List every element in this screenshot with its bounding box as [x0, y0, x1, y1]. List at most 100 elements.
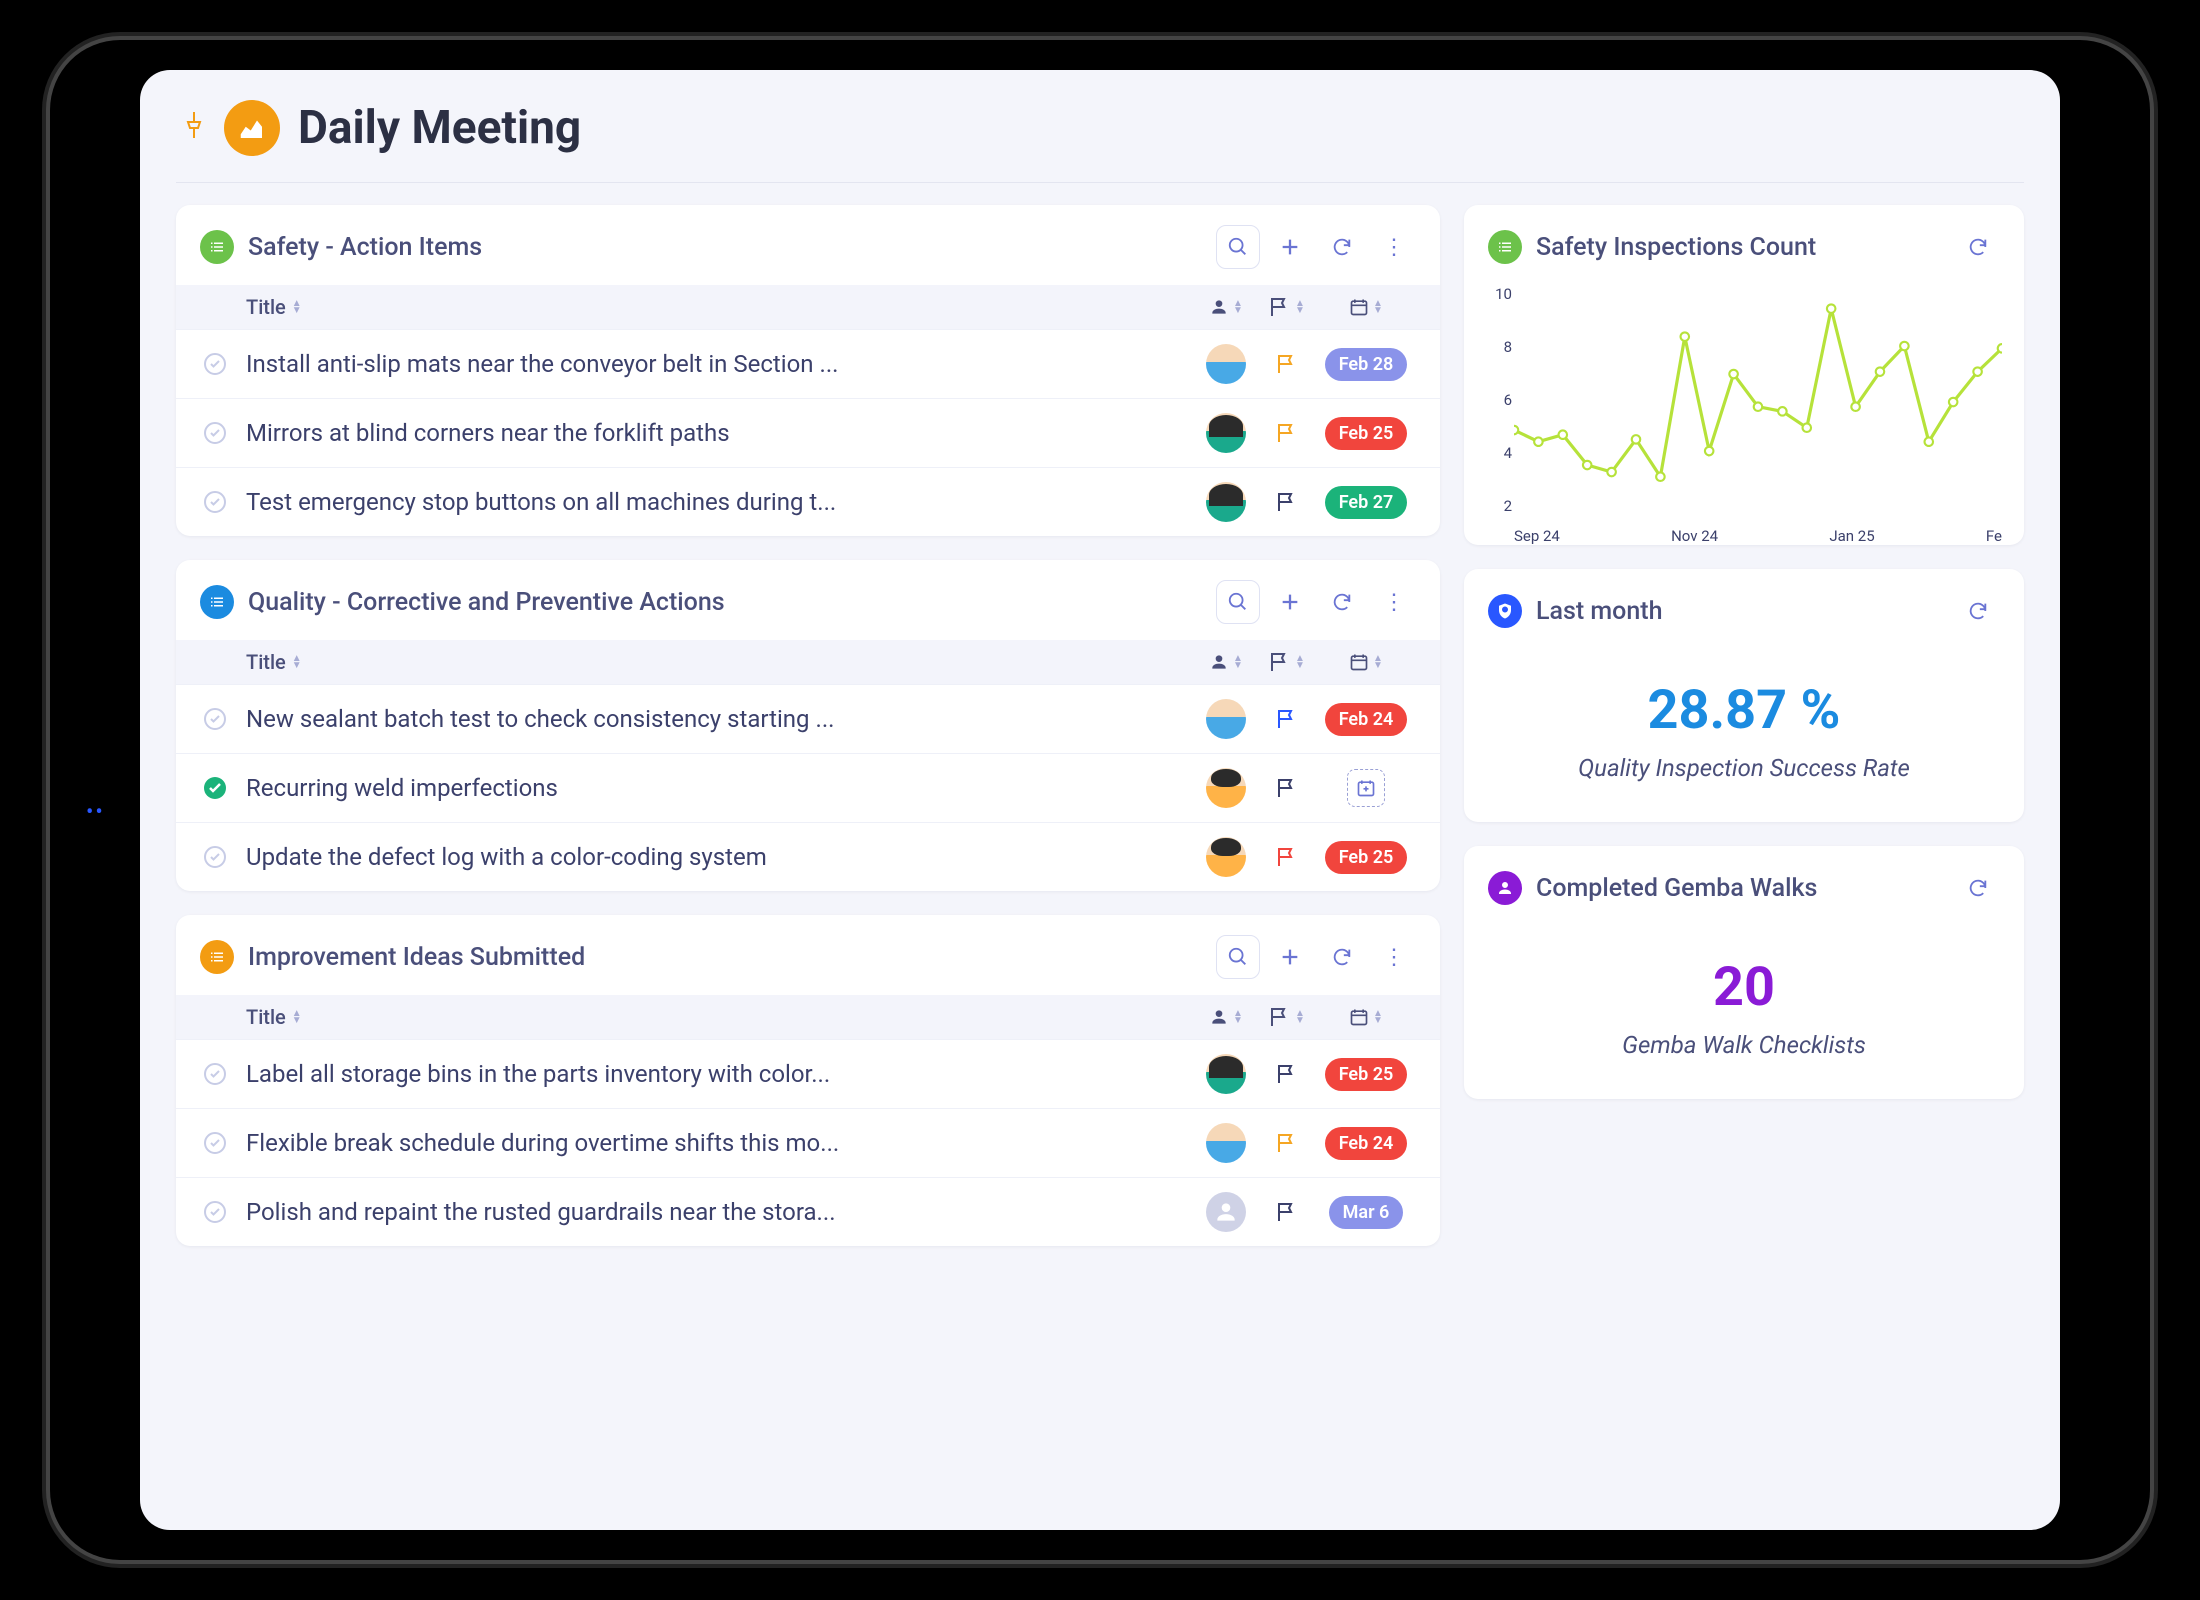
- add-date-button[interactable]: [1347, 769, 1385, 807]
- sort-icon[interactable]: ▲▼: [292, 1010, 302, 1024]
- search-button[interactable]: [1216, 935, 1260, 979]
- due-date[interactable]: Feb 28: [1316, 348, 1416, 381]
- flag-icon[interactable]: [1256, 352, 1316, 376]
- col-title[interactable]: Title▲▼: [200, 1005, 1196, 1029]
- row-title: Polish and repaint the rusted guardrails…: [246, 1198, 1196, 1226]
- check-icon[interactable]: [200, 487, 230, 517]
- due-date[interactable]: Feb 24: [1316, 1127, 1416, 1160]
- table-row[interactable]: Flexible break schedule during overtime …: [176, 1108, 1440, 1177]
- avatar[interactable]: [1196, 1192, 1256, 1232]
- due-date[interactable]: Feb 25: [1316, 1058, 1416, 1091]
- add-button[interactable]: [1268, 935, 1312, 979]
- refresh-button[interactable]: [1956, 225, 2000, 269]
- sort-icon[interactable]: ▲▼: [1373, 655, 1383, 669]
- flag-icon[interactable]: [1256, 1200, 1316, 1224]
- table-row[interactable]: Update the defect log with a color-codin…: [176, 822, 1440, 891]
- x-tick: Jan 25: [1829, 527, 1874, 545]
- avatar[interactable]: [1196, 1054, 1256, 1094]
- due-date[interactable]: Feb 27: [1316, 486, 1416, 519]
- refresh-button[interactable]: [1956, 866, 2000, 910]
- more-button[interactable]: ⋮: [1372, 225, 1416, 269]
- flag-icon[interactable]: [1256, 707, 1316, 731]
- check-icon[interactable]: [200, 773, 230, 803]
- pin-icon[interactable]: [182, 110, 206, 147]
- avatar[interactable]: [1196, 699, 1256, 739]
- refresh-button[interactable]: [1956, 589, 2000, 633]
- check-icon[interactable]: [200, 1059, 230, 1089]
- panel-improve: Improvement Ideas Submitted ⋮ Title▲▼ ▲▼…: [176, 915, 1440, 1246]
- table-row[interactable]: Recurring weld imperfections: [176, 753, 1440, 822]
- sort-icon[interactable]: ▲▼: [1373, 300, 1383, 314]
- card-header: Last month: [1464, 569, 2024, 649]
- search-button[interactable]: [1216, 225, 1260, 269]
- more-button[interactable]: ⋮: [1372, 580, 1416, 624]
- header-divider: [176, 182, 2024, 183]
- metric-body: 20 Gemba Walk Checklists: [1464, 926, 2024, 1099]
- metric-body: 28.87 % Quality Inspection Success Rate: [1464, 649, 2024, 822]
- col-title[interactable]: Title▲▼: [200, 650, 1196, 674]
- avatar[interactable]: [1196, 837, 1256, 877]
- due-date[interactable]: Feb 25: [1316, 417, 1416, 450]
- refresh-button[interactable]: [1320, 935, 1364, 979]
- table-row[interactable]: New sealant batch test to check consiste…: [176, 684, 1440, 753]
- check-icon[interactable]: [200, 349, 230, 379]
- sort-icon[interactable]: ▲▼: [1233, 300, 1243, 314]
- table-row[interactable]: Test emergency stop buttons on all machi…: [176, 467, 1440, 536]
- check-icon[interactable]: [200, 1128, 230, 1158]
- flag-icon[interactable]: [1256, 490, 1316, 514]
- flag-icon[interactable]: [1256, 776, 1316, 800]
- avatar[interactable]: [1196, 413, 1256, 453]
- sort-icon[interactable]: ▲▼: [1295, 655, 1305, 669]
- card-title: Quality - Corrective and Preventive Acti…: [248, 588, 1202, 617]
- check-icon[interactable]: [200, 842, 230, 872]
- due-date[interactable]: Feb 24: [1316, 703, 1416, 736]
- card-tools: ⋮: [1216, 580, 1416, 624]
- check-icon[interactable]: [200, 704, 230, 734]
- list-icon: [200, 230, 234, 264]
- avatar[interactable]: [1196, 344, 1256, 384]
- col-date[interactable]: ▲▼: [1316, 297, 1416, 317]
- search-button[interactable]: [1216, 580, 1260, 624]
- y-tick: 2: [1486, 497, 1512, 515]
- table-row[interactable]: Polish and repaint the rusted guardrails…: [176, 1177, 1440, 1246]
- refresh-button[interactable]: [1320, 225, 1364, 269]
- due-date[interactable]: Feb 25: [1316, 841, 1416, 874]
- sort-icon[interactable]: ▲▼: [1233, 655, 1243, 669]
- col-flag[interactable]: ▲▼: [1256, 295, 1316, 319]
- col-assignee[interactable]: ▲▼: [1196, 1007, 1256, 1027]
- table-row[interactable]: Mirrors at blind corners near the forkli…: [176, 398, 1440, 467]
- sort-icon[interactable]: ▲▼: [292, 655, 302, 669]
- due-date[interactable]: Mar 6: [1316, 1196, 1416, 1229]
- refresh-button[interactable]: [1320, 580, 1364, 624]
- col-assignee[interactable]: ▲▼: [1196, 652, 1256, 672]
- sort-icon[interactable]: ▲▼: [1233, 1010, 1243, 1024]
- add-button[interactable]: [1268, 580, 1312, 624]
- avatar[interactable]: [1196, 482, 1256, 522]
- col-date[interactable]: ▲▼: [1316, 652, 1416, 672]
- table-row[interactable]: Label all storage bins in the parts inve…: [176, 1039, 1440, 1108]
- col-assignee[interactable]: ▲▼: [1196, 297, 1256, 317]
- add-button[interactable]: [1268, 225, 1312, 269]
- flag-icon[interactable]: [1256, 1062, 1316, 1086]
- avatar[interactable]: [1196, 1123, 1256, 1163]
- sort-icon[interactable]: ▲▼: [292, 300, 302, 314]
- row-title: Flexible break schedule during overtime …: [246, 1129, 1196, 1157]
- sort-icon[interactable]: ▲▼: [1295, 300, 1305, 314]
- metric-label: Quality Inspection Success Rate: [1484, 754, 2004, 782]
- check-icon[interactable]: [200, 1197, 230, 1227]
- col-flag[interactable]: ▲▼: [1256, 650, 1316, 674]
- more-button[interactable]: ⋮: [1372, 935, 1416, 979]
- table-row[interactable]: Install anti-slip mats near the conveyor…: [176, 329, 1440, 398]
- check-icon[interactable]: [200, 418, 230, 448]
- sort-icon[interactable]: ▲▼: [1373, 1010, 1383, 1024]
- col-title[interactable]: Title▲▼: [200, 295, 1196, 319]
- flag-icon[interactable]: [1256, 1131, 1316, 1155]
- flag-icon[interactable]: [1256, 421, 1316, 445]
- col-date[interactable]: ▲▼: [1316, 1007, 1416, 1027]
- flag-icon[interactable]: [1256, 845, 1316, 869]
- avatar[interactable]: [1196, 768, 1256, 808]
- row-title: Update the defect log with a color-codin…: [246, 843, 1196, 871]
- due-date[interactable]: [1316, 769, 1416, 807]
- sort-icon[interactable]: ▲▼: [1295, 1010, 1305, 1024]
- col-flag[interactable]: ▲▼: [1256, 1005, 1316, 1029]
